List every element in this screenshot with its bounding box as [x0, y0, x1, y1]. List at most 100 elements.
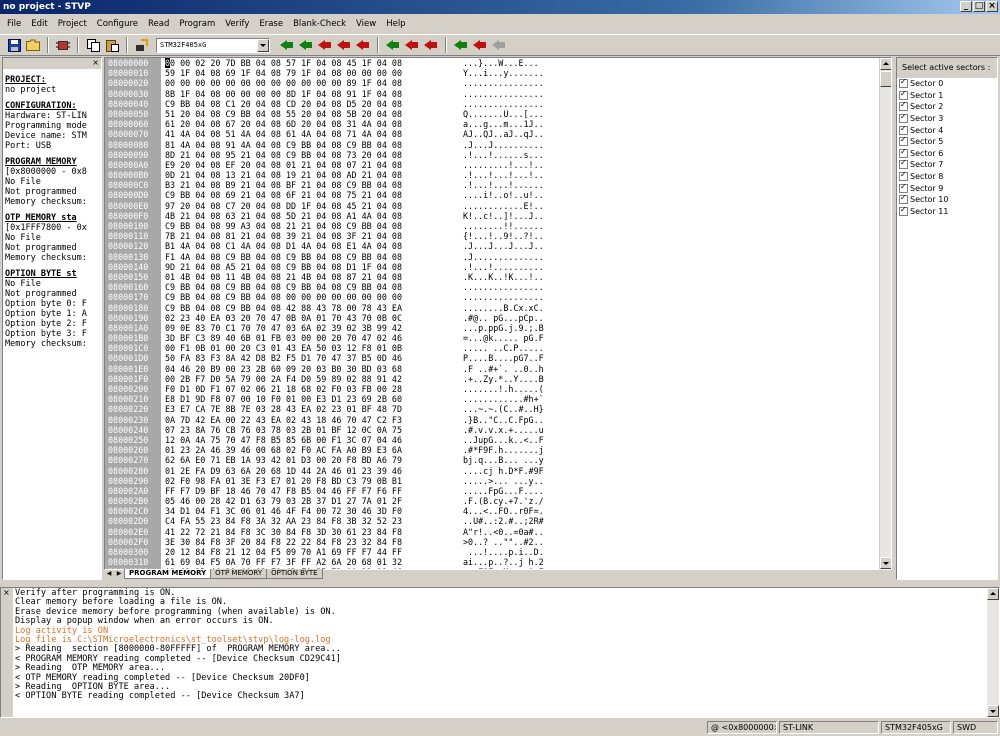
ascii-row[interactable]: .F ..#+`. ..0..h [463, 364, 563, 374]
sector-checkbox[interactable] [899, 77, 908, 89]
menu-edit[interactable]: Edit [30, 19, 48, 29]
ascii-row[interactable]: AJ..QJ..aJ..qJ.. [463, 129, 563, 139]
ascii-row[interactable]: .....>... ...y.. [463, 476, 563, 486]
sector-checkbox[interactable] [899, 89, 908, 100]
hex-row[interactable]: 3E 30 84 F8 3F 20 84 F8 22 22 84 F8 23 3… [165, 537, 465, 547]
sector-checkbox[interactable] [899, 124, 908, 135]
hex-row[interactable]: C4 FA 55 23 84 F8 3A 32 AA 23 84 F8 3B 3… [165, 516, 465, 526]
hex-row[interactable]: 02 F0 98 FA 01 3E F3 E7 01 20 F8 BD C3 7… [165, 476, 465, 486]
sector-checkbox[interactable] [899, 147, 908, 158]
log-vertical-scrollbar[interactable] [987, 588, 999, 717]
hex-row[interactable]: 61 20 04 08 67 20 04 08 6D 20 04 08 31 4… [165, 119, 465, 129]
menu-blank-check[interactable]: Blank-Check [292, 19, 347, 29]
hex-row[interactable]: 09 0E 83 70 C1 70 70 47 03 6A 02 39 02 3… [165, 323, 465, 333]
ascii-row[interactable]: ............E!.. [463, 201, 563, 211]
hex-row[interactable]: 00 00 02 20 7D BB 04 08 57 1F 04 08 45 1… [165, 58, 465, 68]
ascii-row[interactable]: ........B.Cx.xC. [463, 303, 563, 313]
tab-next-icon[interactable]: ▶ [114, 569, 124, 579]
hex-row[interactable]: C9 BB 04 08 C9 BB 04 08 C9 BB 04 08 C9 B… [165, 282, 465, 292]
ascii-row[interactable]: {!...!..9!..?!.. [463, 231, 563, 241]
hex-row[interactable]: C9 BB 04 08 C9 BB 04 08 00 00 00 00 00 0… [165, 292, 465, 302]
ascii-row[interactable]: ........!!...... [463, 221, 563, 231]
hex-bytes-column[interactable]: 00 00 02 20 7D BB 04 08 57 1F 04 08 45 1… [165, 58, 465, 569]
tab-otp-memory[interactable]: OTP MEMORY [210, 569, 268, 579]
ascii-row[interactable]: ................ [463, 78, 563, 88]
sector-item[interactable]: Sector 6 [897, 147, 997, 160]
hex-row[interactable]: 05 46 00 28 42 D1 63 79 03 2B 37 D1 27 7… [165, 496, 465, 506]
program-all-tabs-icon[interactable] [336, 37, 352, 53]
ascii-row[interactable]: .#@.. pG...pCp.. [463, 313, 563, 323]
ascii-row[interactable]: .+..Zy.*..Y....B [463, 374, 563, 384]
ascii-row[interactable]: >0..? ..""..#2.. [463, 537, 563, 547]
ascii-row[interactable]: .J...J...J...J.. [463, 241, 563, 251]
save-icon[interactable] [6, 37, 22, 53]
hex-row[interactable]: 41 4A 04 08 51 4A 04 08 61 4A 04 08 71 4… [165, 129, 465, 139]
hex-row[interactable]: 4B 21 04 08 63 21 04 08 5D 21 04 08 A1 4… [165, 211, 465, 221]
ascii-row[interactable]: .....FpG...F.... [463, 486, 563, 496]
sector-item[interactable]: Sector 5 [897, 135, 997, 148]
sector-checkbox[interactable] [899, 112, 908, 124]
menu-view[interactable]: View [355, 19, 377, 29]
ascii-row[interactable]: ..JupG...k..<..F [463, 435, 563, 445]
sector-checkbox[interactable] [899, 205, 908, 216]
ascii-row[interactable]: Q.......U...[... [463, 109, 563, 119]
ascii-row[interactable]: .!...!...!...!.. [463, 170, 563, 180]
hex-row[interactable]: 01 4B 04 08 11 4B 04 08 21 4B 04 08 87 2… [165, 272, 465, 282]
hex-row[interactable]: FF F7 D9 BF 18 46 70 47 F8 B5 04 46 FF F… [165, 486, 465, 496]
hex-row[interactable]: 0A 7D 42 EA 00 22 43 EA 02 43 18 46 70 4… [165, 415, 465, 425]
ascii-row[interactable]: .!...!...!...... [463, 180, 563, 190]
paste-icon[interactable] [104, 37, 120, 53]
hex-row[interactable]: C9 BB 04 08 C1 20 04 08 CD 20 04 08 D5 2… [165, 99, 465, 109]
ascii-row[interactable]: ................ [463, 89, 563, 99]
ascii-row[interactable]: .F.(B.cy.+7.'z./ [463, 496, 563, 506]
scroll-down-icon[interactable] [987, 705, 999, 717]
scroll-up-icon[interactable] [987, 588, 999, 600]
hex-row[interactable]: 02 23 40 EA 03 20 70 47 0B 0A 01 70 43 7… [165, 313, 465, 323]
hex-row[interactable]: 34 D1 04 F1 3C 06 01 46 4F F4 00 72 30 4… [165, 506, 465, 516]
menu-project[interactable]: Project [57, 19, 88, 29]
open-folder-icon[interactable] [25, 37, 41, 53]
ascii-row[interactable]: ....i!..o!..u!.. [463, 190, 563, 200]
sector-item[interactable]: Sector 10 [897, 193, 997, 206]
sector-item[interactable]: Sector 0 [897, 77, 997, 90]
blank-check-icon[interactable] [453, 37, 469, 53]
sector-checkbox[interactable] [899, 170, 908, 182]
hex-row[interactable]: C9 BB 04 08 99 A3 04 08 21 21 04 08 C9 B… [165, 221, 465, 231]
ascii-row[interactable]: ................ [463, 99, 563, 109]
device-dropdown[interactable]: STM32F405xG [156, 37, 270, 53]
ascii-row[interactable]: .K...K..!K...!.. [463, 272, 563, 282]
ascii-row[interactable]: .J.............. [463, 252, 563, 262]
ascii-row[interactable]: .........!...!.. [463, 160, 563, 170]
hex-row[interactable]: 04 46 20 B9 00 23 2B 60 09 20 03 B0 30 B… [165, 364, 465, 374]
ascii-row[interactable]: ...!....p.i..D. [463, 547, 563, 557]
ascii-column[interactable]: ...}...W...E... Y...i...y................… [463, 58, 563, 569]
sector-item[interactable]: Sector 1 [897, 89, 997, 102]
hex-row[interactable]: 20 12 84 F8 21 12 04 F5 09 70 A1 69 FF F… [165, 547, 465, 557]
hex-row[interactable]: 00 2B F7 D0 5A 79 00 2A F4 D0 59 89 02 8… [165, 374, 465, 384]
ascii-row[interactable]: ................ [463, 282, 563, 292]
close-icon[interactable]: × [92, 58, 99, 68]
sector-item[interactable]: Sector 3 [897, 112, 997, 125]
scrollbar-thumb[interactable] [880, 71, 891, 87]
hex-row[interactable]: 59 1F 04 08 69 1F 04 08 79 1F 04 08 00 0… [165, 68, 465, 78]
hex-row[interactable]: E3 E7 CA 7E 8B 7E 03 28 43 EA 02 23 01 B… [165, 404, 465, 414]
hex-row[interactable]: 61 69 04 F5 0A 70 FF F7 3F FF A2 6A 20 6… [165, 557, 465, 567]
blank-check-all-icon[interactable] [472, 37, 488, 53]
ascii-row[interactable]: 4...<..FO..r0F=. [463, 506, 563, 516]
hex-row[interactable]: 3D BF C3 89 40 6B 01 FB 03 00 00 20 70 4… [165, 333, 465, 343]
hex-row[interactable]: 12 0A 4A 75 70 47 F8 B5 85 6B 00 F1 3C 0… [165, 435, 465, 445]
chevron-down-icon[interactable] [257, 38, 269, 52]
hex-row[interactable]: 51 20 04 08 C9 BB 04 08 55 20 04 08 5B 2… [165, 109, 465, 119]
tab-program-memory[interactable]: PROGRAM MEMORY [124, 569, 212, 579]
hex-row[interactable]: 7B 21 04 08 81 21 04 08 39 21 04 08 3F 2… [165, 231, 465, 241]
menu-erase[interactable]: Erase [258, 19, 284, 29]
ascii-row[interactable]: P....B....pG7..F [463, 353, 563, 363]
minimize-button[interactable]: _ [960, 1, 972, 12]
copy-icon[interactable] [85, 37, 101, 53]
sector-item[interactable]: Sector 4 [897, 124, 997, 136]
sector-item[interactable]: Sector 9 [897, 182, 997, 194]
sector-item[interactable]: Sector 8 [897, 170, 997, 183]
ascii-row[interactable]: .!...!......s... [463, 150, 563, 160]
sector-checkbox[interactable] [899, 193, 908, 205]
ascii-row[interactable]: .}B.."C..C.FpG.. [463, 415, 563, 425]
